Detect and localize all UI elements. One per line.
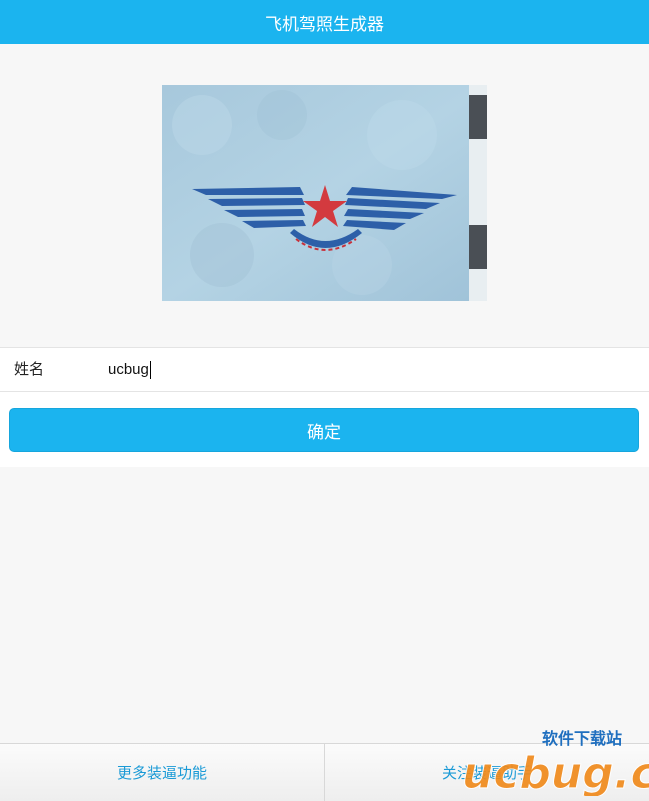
follow-assistant-link[interactable]: 关注装逼助手 — [324, 744, 649, 801]
header-bar: 飞机驾照生成器 — [0, 0, 649, 44]
page-title: 飞机驾照生成器 — [265, 14, 384, 35]
name-form-row: 姓名 — [0, 347, 649, 392]
follow-assistant-label: 关注装逼助手 — [441, 764, 532, 782]
name-input[interactable] — [108, 354, 628, 385]
emblem-image — [162, 85, 487, 301]
confirm-button-label: 确定 — [307, 422, 341, 443]
more-features-label: 更多装逼功能 — [116, 764, 207, 782]
bottom-nav: 更多装逼功能 关注装逼助手 — [0, 743, 649, 801]
hero-section — [0, 44, 649, 346]
app-screen: 飞机驾照生成器 姓名 ucbug 确定 更多装逼功能 关注装逼助手 软件下载站 … — [0, 0, 649, 801]
more-features-link[interactable]: 更多装逼功能 — [0, 744, 324, 801]
confirm-button[interactable]: 确定 — [9, 408, 639, 452]
action-area: 确定 — [0, 392, 649, 467]
name-label: 姓名 — [14, 360, 45, 378]
text-caret — [150, 361, 151, 379]
